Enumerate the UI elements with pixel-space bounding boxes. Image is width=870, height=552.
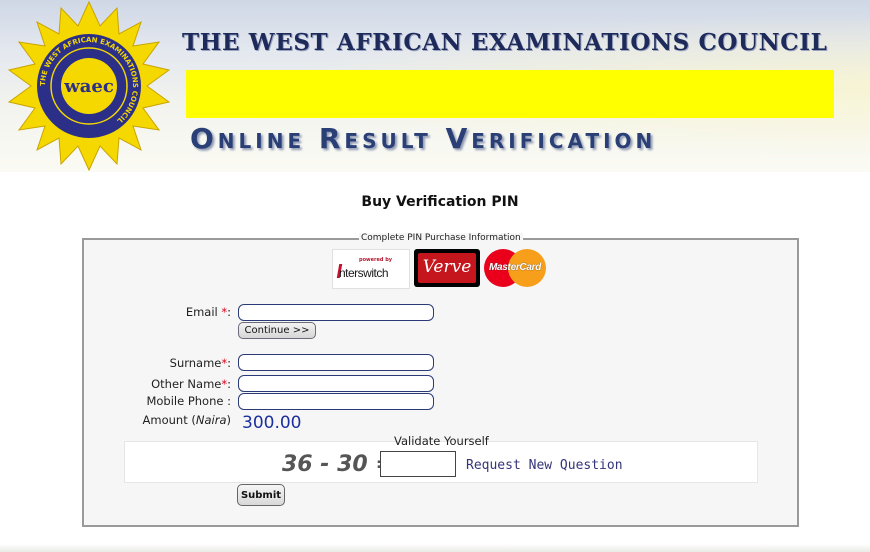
captcha-question: 36 - 30 = (282, 452, 394, 477)
surname-input[interactable] (238, 354, 434, 371)
mastercard-text: MasterCard (488, 262, 542, 273)
interswitch-logo: powered by nterswitch (332, 249, 410, 289)
form-legend: Complete PIN Purchase Information (359, 233, 523, 243)
page-heading: Buy Verification PIN (361, 194, 519, 210)
submit-button[interactable]: Submit (237, 484, 285, 506)
app-title: Online Result Verification (190, 122, 657, 155)
payment-logos: powered by nterswitch Verve MasterCard (332, 249, 546, 289)
email-input[interactable] (238, 304, 434, 321)
captcha-answer-input[interactable] (380, 451, 456, 477)
verve-logo: Verve (414, 249, 480, 287)
amount-value: 300.00 (242, 413, 302, 433)
waec-logo: THE WEST AFRICAN EXAMINATIONS COUNCIL wa… (7, 0, 171, 172)
continue-button[interactable]: Continue >> (238, 322, 316, 339)
amount-label: Amount (Naira) (142, 413, 231, 427)
other-name-input[interactable] (238, 375, 434, 392)
council-title: THE WEST AFRICAN EXAMINATIONS COUNCIL (182, 29, 828, 56)
email-label: Email *: (185, 305, 231, 319)
footer-strip (0, 544, 870, 552)
yellow-banner-bar (186, 70, 834, 118)
mastercard-logo: MasterCard (484, 249, 546, 287)
interswitch-powered-by: powered by (359, 257, 393, 263)
header-banner: THE WEST AFRICAN EXAMINATIONS COUNCIL wa… (0, 0, 870, 172)
amount-unit: Naira (195, 413, 227, 427)
surname-label: Surname*: (169, 356, 231, 370)
logo-text: waec (63, 76, 114, 97)
mobile-phone-input[interactable] (238, 393, 434, 410)
pin-purchase-form: Complete PIN Purchase Information powere… (82, 233, 799, 527)
other-name-label: Other Name*: (151, 377, 231, 391)
verve-text: Verve (422, 257, 472, 277)
validate-title: Validate Yourself (394, 434, 489, 448)
request-new-question-link[interactable]: Request New Question (466, 458, 623, 473)
mobile-phone-label: Mobile Phone : (146, 394, 231, 408)
interswitch-name: nterswitch (339, 266, 389, 280)
